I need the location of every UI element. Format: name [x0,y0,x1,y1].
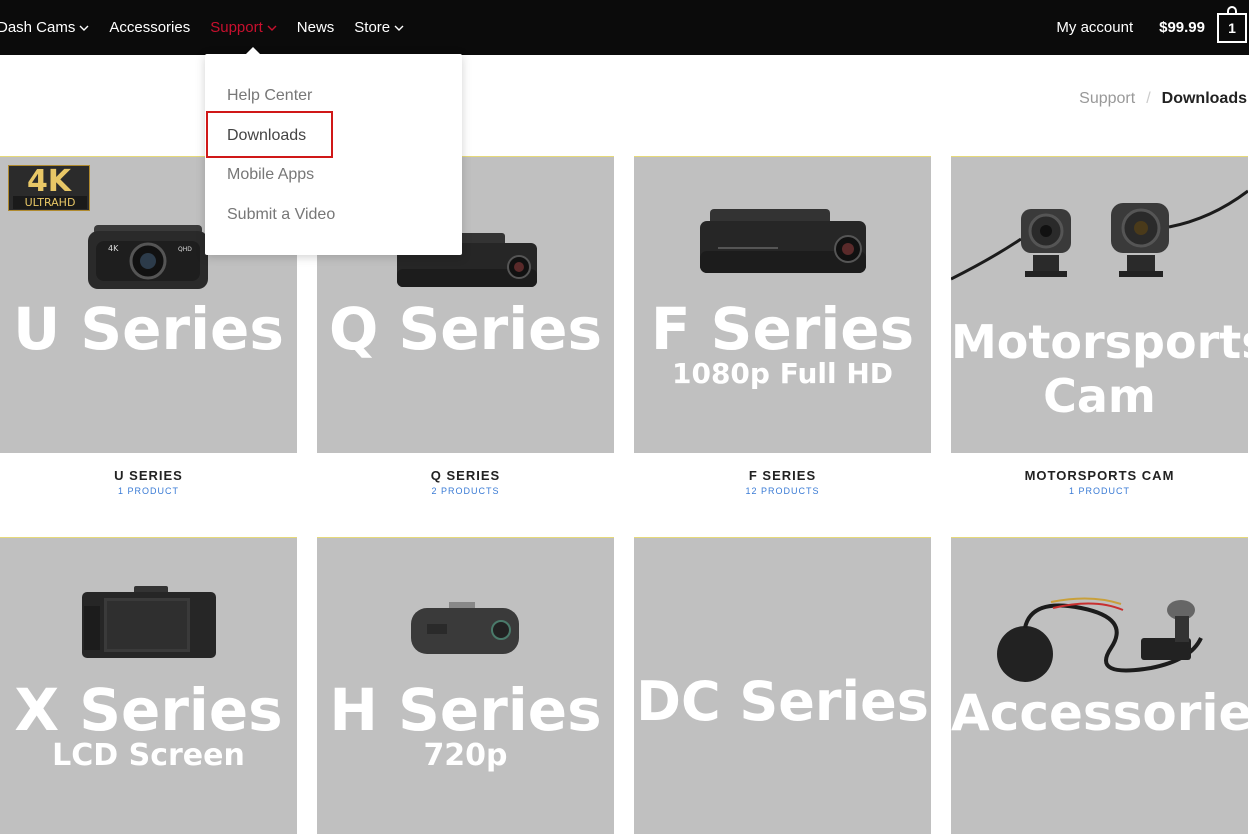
nav-item-support[interactable]: Support [210,0,277,55]
svg-text:QHD: QHD [178,246,192,253]
tile-subtitle: Cam [1043,369,1156,423]
tile-title: Accessories [951,684,1248,742]
nav-item-dash-cams[interactable]: Dash Cams [0,0,89,55]
cart-count: 1 [1228,19,1236,36]
main-menu: Dash Cams Accessories Support News Store [0,0,424,55]
category-caption-q-series[interactable]: Q SERIES 2 PRODUCTS [317,468,614,496]
chevron-down-icon [79,23,89,33]
product-count: 12 PRODUCTS [745,486,820,496]
product-count: 2 PRODUCTS [431,486,500,496]
category-tile-accessories[interactable]: Accessories [951,537,1248,834]
nav-item-news[interactable]: News [297,0,335,55]
category-tile-dc-series[interactable]: DC Series [634,537,931,834]
top-navigation-bar: Dash Cams Accessories Support News Store… [0,0,1249,55]
shopping-bag-icon [1227,5,1237,15]
tile-subtitle: LCD Screen [52,738,245,773]
motorsports-cam-image [951,189,1248,281]
product-count: 1 PRODUCT [1068,486,1130,496]
accessories-image [997,597,1203,682]
category-name: MOTORSPORTS CAM [1024,468,1175,483]
category-tile-h-series[interactable]: H Series 720p [317,537,614,834]
menu-item-mobile-apps[interactable]: Mobile Apps [227,166,314,184]
dash-cam-f-image [700,209,866,273]
category-caption-f-series[interactable]: F SERIES 12 PRODUCTS [634,468,931,496]
nav-item-label: Store [354,19,391,36]
tile-subtitle: 1080p Full HD [671,357,893,390]
nav-item-accessories[interactable]: Accessories [109,0,190,55]
chevron-down-icon [394,23,404,33]
category-tile-f-series[interactable]: F Series 1080p Full HD [634,156,931,453]
breadcrumb-separator: / [1146,90,1151,107]
nav-item-label: Accessories [109,19,191,36]
category-tile-motorsports-cam[interactable]: Motorsports Cam [951,156,1248,453]
breadcrumb-current: Downloads [1161,90,1247,107]
category-name: F SERIES [748,468,817,483]
breadcrumb: Support / Downloads [1079,90,1247,108]
highlight-box [206,111,333,158]
tile-title: X Series [14,676,283,744]
dash-cam-u-image: 4K QHD [88,225,208,289]
tile-title: Q Series [329,295,602,363]
breadcrumb-support-link[interactable]: Support [1079,90,1135,108]
tile-title: H Series [329,676,602,744]
tile-title: DC Series [636,670,929,733]
account-cart-area: My account $99.99 1 [1056,0,1247,55]
category-name: U SERIES [114,468,183,483]
svg-text:4K: 4K [108,244,119,253]
badge-sub-text: ULTRAHD [13,196,87,209]
menu-item-help-center[interactable]: Help Center [227,87,312,105]
dash-cam-x-image [82,586,216,658]
dropdown-caret [245,47,261,55]
cart-total[interactable]: $99.99 [1159,19,1205,36]
4k-ultrahd-badge: 4K ULTRAHD [8,164,90,211]
tile-title: Motorsports [951,315,1248,369]
category-tile-x-series[interactable]: X Series LCD Screen [0,537,297,834]
support-dropdown-menu: Help Center Downloads Mobile Apps Submit… [205,47,462,255]
tile-title: U Series [13,295,284,363]
nav-item-label: News [296,19,335,36]
tile-subtitle: 720p [423,738,508,773]
nav-item-label: Support [210,19,263,36]
category-name: Q SERIES [430,468,501,483]
chevron-down-icon [267,23,277,33]
menu-item-submit-a-video[interactable]: Submit a Video [227,206,335,224]
badge-main-text: 4K [26,164,72,199]
category-caption-u-series[interactable]: U SERIES 1 PRODUCT [0,468,297,496]
nav-item-store[interactable]: Store [354,0,404,55]
category-caption-motorsports-cam[interactable]: MOTORSPORTS CAM 1 PRODUCT [951,468,1248,496]
dash-cam-h-image [411,602,519,654]
product-count: 1 PRODUCT [117,486,179,496]
my-account-link[interactable]: My account [1056,19,1133,36]
cart-button[interactable]: 1 [1217,5,1247,43]
tile-title: F Series [650,295,915,363]
nav-item-label: Dash Cams [0,19,76,36]
